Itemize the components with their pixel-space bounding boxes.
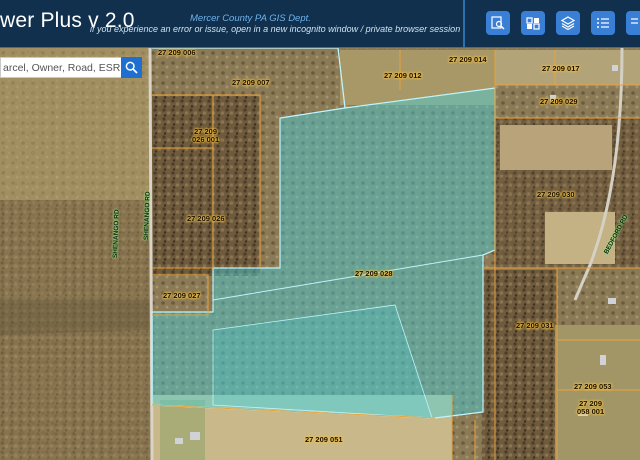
parcel-label: 27 209 014: [449, 55, 487, 64]
basemap-icon: [526, 17, 540, 30]
parcel-label: 27 209 012: [384, 71, 422, 80]
parcel-label: 27 209 031: [516, 321, 554, 330]
dept-name: Mercer County PA GIS Dept.: [190, 13, 311, 24]
search-field[interactable]: [0, 57, 121, 78]
basemap-button[interactable]: [521, 11, 545, 35]
search-icon: [125, 61, 138, 74]
parcel-label: 27 209 026 001: [192, 127, 220, 144]
layers-icon: [561, 16, 575, 30]
search-button[interactable]: [121, 57, 142, 78]
browser-notice: if you experience an error or issue, ope…: [90, 24, 461, 34]
app-header: wer Plus v 2.0 Mercer County PA GIS Dept…: [0, 0, 640, 48]
parcel-label: 27 209 028: [355, 269, 393, 278]
search-input[interactable]: [1, 58, 121, 78]
extra-tool-icon: [631, 18, 638, 24]
search-list-icon: [491, 16, 505, 30]
legend-button[interactable]: [591, 11, 615, 35]
search-list-button[interactable]: [486, 11, 510, 35]
parcel-label: 27 209 006: [158, 48, 196, 57]
parcel-label: 27 209 051: [305, 435, 343, 444]
header-divider: [463, 0, 465, 47]
legend-icon: [597, 18, 609, 28]
parcel-label: 27 209 053: [574, 382, 612, 391]
parcel-label: 27 209 017: [542, 64, 580, 73]
extra-tool-button[interactable]: [626, 11, 640, 35]
parcel-label: 27 209 027: [163, 291, 201, 300]
layers-button[interactable]: [556, 11, 580, 35]
parcel-label: 27 209 030: [537, 190, 575, 199]
parcel-label: 27 209 058 001: [577, 399, 605, 416]
parcel-label: 27 209 026: [187, 214, 225, 223]
parcel-label: 27 209 007: [232, 78, 270, 87]
parcel-label: 27 209 029: [540, 97, 578, 106]
